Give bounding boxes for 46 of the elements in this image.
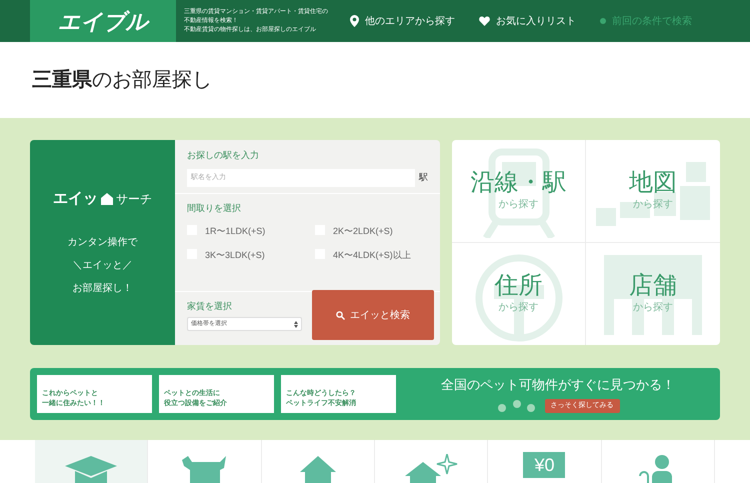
shop-icon: [604, 254, 702, 334]
graduation-cap-icon: [63, 454, 120, 483]
tile-title: 沿線・駅: [470, 169, 566, 198]
tile-subtitle: から探す: [498, 301, 538, 316]
house-icon: [100, 192, 114, 206]
page-title: 三重県のお部屋探し: [32, 68, 212, 93]
category-tile[interactable]: [602, 440, 715, 483]
logo[interactable]: エイブル: [58, 4, 148, 38]
layout-option[interactable]: 3K〜3LDK(+S): [187, 249, 315, 261]
nav-link[interactable]: 他のエリアから探す: [350, 14, 455, 28]
heart-icon: [479, 16, 490, 26]
signpost-icon: [474, 252, 564, 342]
catch-text: ＼エイッと／: [72, 258, 132, 272]
station-suffix: 駅: [419, 170, 428, 184]
search-icon: [336, 310, 345, 320]
field-label: お探しの駅を入力: [187, 150, 259, 160]
tile-subtitle: から探す: [633, 198, 673, 212]
field-label: 家賃を選択: [187, 300, 232, 310]
select-arrows-icon: [294, 320, 298, 328]
catch-text: お部屋探し！: [72, 282, 132, 296]
tile-title: 住所: [494, 272, 542, 300]
tile-subtitle: から探す: [633, 301, 673, 316]
search-button[interactable]: エイッと検索: [312, 290, 434, 340]
tile-subtitle: から探す: [498, 198, 538, 212]
field-label: 間取りを選択: [187, 202, 241, 212]
search-method-tile[interactable]: 沿線・駅 から探す: [452, 140, 586, 242]
yen-sign-icon: ¥0: [523, 452, 566, 478]
pet-headline: 全国のペット可物件がすぐに見つかる！: [441, 376, 675, 394]
tile-title: 店舗: [629, 272, 677, 300]
search-method-tile[interactable]: 住所 から探す: [452, 242, 586, 345]
search-method-tile[interactable]: 地図 から探す: [586, 140, 720, 242]
search-logo-text: サーチ: [116, 191, 152, 208]
pin-icon: [350, 15, 359, 27]
layout-option[interactable]: 4K〜4LDK(+S)以上: [315, 249, 428, 261]
category-tile[interactable]: [262, 440, 375, 483]
sparkling-house-icon: [403, 454, 460, 483]
layout-option[interactable]: 1R〜1LDK(+S): [187, 225, 315, 237]
category-tile[interactable]: [35, 440, 148, 483]
search-method-tile[interactable]: 店舗 から探す: [586, 242, 720, 345]
tile-title: 地図: [629, 169, 677, 198]
nav-link[interactable]: お気に入りリスト: [479, 14, 576, 28]
search-logo: エイッ: [53, 189, 98, 209]
house-icon: [298, 454, 338, 483]
paw-prints-icon: [496, 398, 536, 413]
layout-option[interactable]: 2K〜2LDK(+S): [315, 225, 428, 237]
catch-text: カンタン操作で: [68, 236, 138, 250]
